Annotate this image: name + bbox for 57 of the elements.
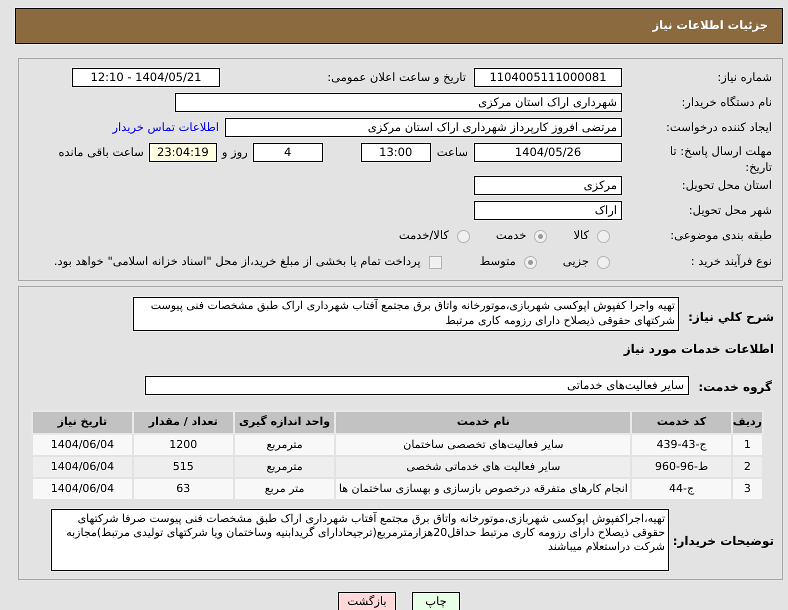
radio-button[interactable] [597,230,610,242]
column-header: واحد اندازه گیری [234,411,336,434]
radio-button[interactable] [524,256,537,268]
field-label: طبقه بندی موضوعی: [670,227,772,244]
radio-label: متوسط [480,253,516,270]
field-label: شماره نیاز: [717,68,772,86]
province-field[interactable]: مرکزی [474,176,622,195]
buyer-notes-textarea[interactable]: تهیه،اجراکفپوش اپوکسی شهربازی،موتورخانه واتاق برق مجتمع آفتاب شهرداری اراک طبق مشخصات فنی پیوست صرفا شرکتهای حقوقی ذیصلاح دارای رزومه کاری مرتبط حداقل20هزارمترمربع(ترجیحادارای گریدابنیه وساختمان ویا شرکتهای تولیدی مرتبط)مجازبه شرکت دراستعلام میباشند [51,509,669,571]
radio-button[interactable] [597,256,610,268]
field-label: شرح کلي نیاز: [688,310,774,324]
field-label: نوع فرآیند خرید : [690,253,772,270]
radio-label: جزیی [562,253,589,270]
table-cell: متر مربع [234,478,336,500]
radio-label: کالا/خدمت [398,227,449,244]
column-header: کد خدمت [631,411,732,434]
field-label: استان محل تحویل: [682,176,772,194]
field-label: ایجاد کننده درخواست: [666,118,772,136]
buyer-contact-link[interactable]: اطلاعات تماس خریدار [112,118,219,136]
table-cell: 3 [732,478,763,500]
field-label: روز و [222,144,248,161]
announce-date-field[interactable]: 1404/05/21 - 12:10 [72,68,220,87]
field-label: ساعت باقی مانده [58,144,144,161]
need-number-field[interactable]: 1104005111000081 [474,68,622,87]
section-heading: اطلاعات خدمات مورد نیاز [624,342,774,356]
deadline-date-field[interactable]: 1404/05/26 [474,143,622,162]
field-label: گروه خدمت: [698,380,772,394]
column-header: تعداد / مقدار [132,411,234,434]
summary-textarea[interactable]: تهیه واجرا کفپوش اپوکسی شهربازی،موتورخانه واتاق برق مجتمع آفتاب شهرداری اراک طبق مشخصات فنی پیوست شرکتهای حقوقی ذیصلاح دارای رزومه کاری مرتبط [133,297,679,331]
page-title: جزئیات اطلاعات نیاز [652,17,768,34]
radio-label: خدمت [496,227,526,244]
checkbox[interactable] [428,256,442,268]
field-label: مهلت ارسال پاسخ: تا تاریخ: [670,144,772,174]
field-label: ساعت [436,144,468,161]
print-button[interactable]: چاپ [412,592,460,610]
payment-note: پرداخت تمام یا بخشی از مبلغ خرید،از محل "اسناد خزانه اسلامی" خواهد بود. [54,253,421,270]
back-button[interactable]: بازگشت [338,592,396,610]
service-group-field[interactable]: سایر فعالیت‌های خدماتی [145,376,689,395]
radio-button[interactable] [534,230,548,242]
table-cell: ج-44 [631,478,732,500]
field-label: شهر محل تحویل: [688,202,772,219]
table-cell: انجام کارهای متفرقه درخصوص بازسازی و بهسازی ساختمان ها [335,478,632,500]
buyer-org-field[interactable]: شهرداری اراک استان مرکزی [175,93,622,112]
radio-label: کالا [573,227,589,244]
city-field[interactable]: اراک [474,201,622,220]
field-label: نام دستگاه خریدار: [681,94,772,111]
table-cell: 1404/06/04 [32,478,133,500]
radio-button[interactable] [456,230,470,242]
remaining-time-field[interactable]: 23:04:19 [148,143,217,162]
column-header: تاریخ نیاز [32,411,133,434]
days-field[interactable]: 4 [252,143,323,162]
field-label: تاریخ و ساعت اعلان عمومی: [326,68,466,86]
deadline-time-field[interactable]: 13:00 [360,143,431,162]
table-cell: 63 [132,478,234,500]
creator-field[interactable]: مرتضی افروز کارپرداز شهرداری اراک استان مرکزی [225,118,622,137]
field-label: توضیحات خریدار: [672,534,774,548]
column-header: نام خدمت [335,411,632,434]
column-header: ردیف [732,411,763,434]
